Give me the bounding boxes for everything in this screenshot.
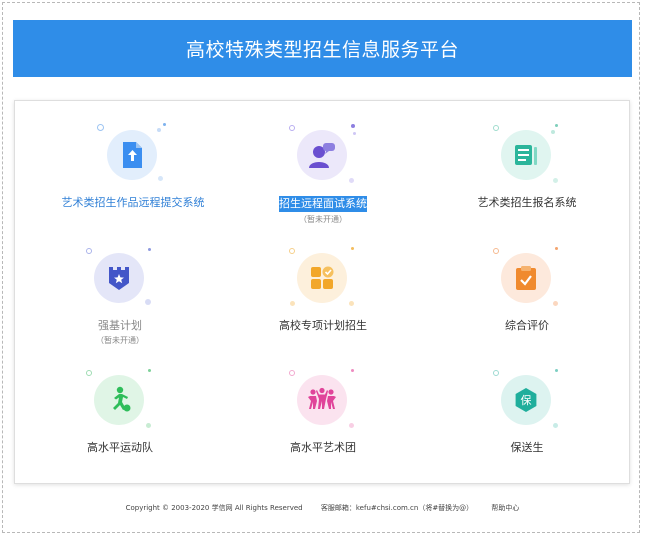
badge-text: 保 [521, 393, 532, 407]
service-label[interactable]: 强基计划 [98, 319, 142, 333]
service-art-registration[interactable]: 艺术类招生报名系统 [427, 124, 627, 210]
service-special-plan[interactable]: 高校专项计划招生 [223, 247, 423, 333]
service-label[interactable]: 招生远程面试系统 [279, 196, 367, 212]
service-label[interactable]: 艺术类招生作品远程提交系统 [62, 196, 205, 210]
page-footer: Copyright © 2003-2020 学信网 All Rights Res… [0, 503, 645, 513]
service-label[interactable]: 保送生 [511, 441, 544, 455]
copyright-text: Copyright © 2003-2020 学信网 All Rights Res… [125, 504, 303, 512]
service-status: （暂未开通） [299, 215, 347, 224]
athlete-icon [86, 369, 151, 431]
page-title: 高校特殊类型招生信息服务平台 [185, 39, 459, 61]
registration-form-icon [493, 124, 558, 186]
service-label[interactable]: 综合评价 [505, 319, 549, 333]
service-label[interactable]: 高水平艺术团 [290, 441, 356, 455]
page-header: 高校特殊类型招生信息服务平台 [13, 20, 632, 77]
service-remote-interview[interactable]: 招生远程面试系统 （暂未开通） [223, 124, 423, 225]
service-status: （暂未开通） [96, 336, 144, 345]
service-label[interactable]: 高水平运动队 [87, 441, 153, 455]
grid-check-icon [289, 247, 354, 309]
contact-email: 客服邮箱：kefu#chsi.com.cn（将#替换为@） [320, 504, 474, 512]
service-label[interactable]: 高校专项计划招生 [279, 319, 367, 333]
service-artwork-submission[interactable]: 艺术类招生作品远程提交系统 [33, 123, 233, 210]
service-strong-foundation[interactable]: 强基计划 （暂未开通） [20, 248, 220, 346]
upload-file-icon [97, 123, 166, 186]
service-label[interactable]: 艺术类招生报名系统 [478, 196, 577, 210]
bao-badge-icon: 保 [493, 369, 558, 431]
services-panel: 艺术类招生作品远程提交系统 招生远程面试系统 （暂未开通） 艺术类招生报名系统 … [14, 100, 630, 484]
service-sports-team[interactable]: 高水平运动队 [20, 369, 220, 455]
clipboard-check-icon [493, 247, 558, 309]
dancers-icon [289, 369, 354, 431]
castle-star-icon [86, 248, 151, 309]
service-recommended-admission[interactable]: 保 保送生 [427, 369, 627, 455]
service-comprehensive-evaluation[interactable]: 综合评价 [427, 247, 627, 333]
service-art-troupe[interactable]: 高水平艺术团 [223, 369, 423, 455]
help-center-link[interactable]: 帮助中心 [491, 504, 519, 512]
interview-icon [289, 124, 356, 186]
